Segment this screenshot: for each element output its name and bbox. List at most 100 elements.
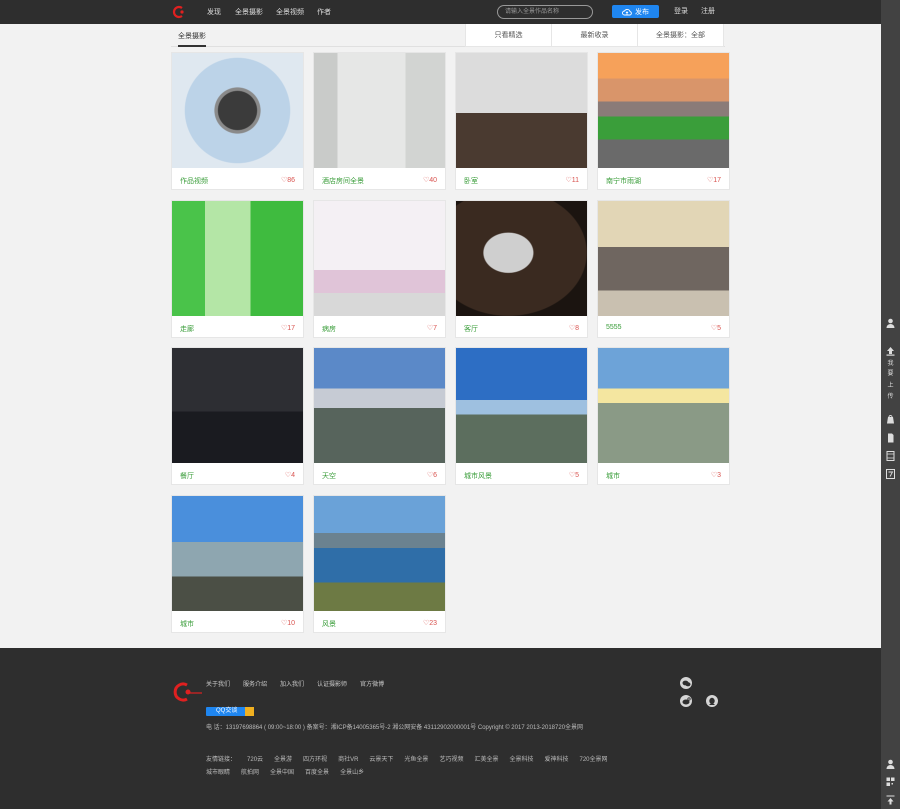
friend-link[interactable]: 百度全景	[305, 767, 329, 780]
filter-category-dropdown[interactable]: 全景摄影：全部	[638, 24, 723, 46]
friend-link[interactable]: 爱神科技	[544, 754, 568, 767]
upload-text-2[interactable]: 要	[886, 370, 895, 378]
work-thumbnail[interactable]	[314, 496, 445, 611]
work-likes[interactable]: ♡86	[281, 176, 295, 184]
work-title[interactable]: 病房	[322, 324, 336, 334]
work-title[interactable]: 风景	[322, 619, 336, 629]
work-thumbnail[interactable]	[314, 53, 445, 168]
work-title[interactable]: 5555	[606, 324, 622, 331]
work-thumbnail[interactable]	[598, 201, 729, 316]
work-title[interactable]: 走廊	[180, 324, 194, 334]
work-thumbnail[interactable]	[172, 348, 303, 463]
work-title[interactable]: 卧室	[464, 176, 478, 186]
work-likes[interactable]: ♡7	[427, 324, 437, 332]
work-thumbnail[interactable]	[456, 201, 587, 316]
work-title[interactable]: 城市	[606, 471, 620, 481]
work-title[interactable]: 作品视频	[180, 176, 208, 186]
work-title[interactable]: 客厅	[464, 324, 478, 334]
footer-link-certified-photographer[interactable]: 认证摄影师	[317, 679, 347, 688]
filter-latest[interactable]: 最新收录	[552, 24, 638, 46]
work-card[interactable]: 卧室 ♡11	[455, 52, 588, 190]
work-card[interactable]: 城市 ♡3	[597, 347, 730, 485]
friend-link[interactable]: 全景中国	[270, 767, 294, 780]
friend-link[interactable]: 汇美全景	[474, 754, 498, 767]
work-card[interactable]: 餐厅 ♡4	[171, 347, 304, 485]
work-thumbnail[interactable]	[456, 53, 587, 168]
upload-text-1[interactable]: 我	[886, 360, 895, 368]
friend-link[interactable]: 720全景网	[580, 754, 608, 767]
qq-icon[interactable]	[706, 695, 718, 707]
work-likes[interactable]: ♡8	[569, 324, 579, 332]
friend-link[interactable]: 四方环视	[303, 754, 327, 767]
footer-logo[interactable]	[173, 680, 203, 704]
work-thumbnail[interactable]	[172, 496, 303, 611]
customer-service-icon[interactable]	[885, 759, 896, 771]
work-likes[interactable]: ♡23	[423, 619, 437, 627]
friend-link[interactable]: 全景游	[274, 754, 292, 767]
search-input[interactable]	[497, 5, 593, 19]
work-likes[interactable]: ♡40	[423, 176, 437, 184]
work-thumbnail[interactable]	[172, 53, 303, 168]
work-card[interactable]: 病房 ♡7	[313, 200, 446, 338]
friend-link[interactable]: 全景科技	[509, 754, 533, 767]
work-likes[interactable]: ♡17	[281, 324, 295, 332]
login-link[interactable]: 登录	[674, 0, 688, 24]
register-link[interactable]: 注册	[701, 0, 715, 24]
work-card[interactable]: 客厅 ♡8	[455, 200, 588, 338]
work-thumbnail[interactable]	[314, 348, 445, 463]
upload-text-3[interactable]: 上	[886, 382, 895, 390]
back-to-top-icon[interactable]	[885, 795, 896, 807]
friend-link[interactable]: 全景山乡	[340, 767, 364, 780]
upload-icon[interactable]	[885, 346, 896, 358]
footer-link-join[interactable]: 加入我们	[280, 679, 304, 688]
work-likes[interactable]: ♡10	[281, 619, 295, 627]
work-card[interactable]: 风景 ♡23	[313, 495, 446, 633]
footer-link-services[interactable]: 服务介绍	[243, 679, 267, 688]
work-title[interactable]: 天空	[322, 471, 336, 481]
work-likes[interactable]: ♡5	[711, 324, 721, 332]
footer-link-about[interactable]: 关于我们	[206, 679, 230, 688]
friend-link[interactable]: 云景天下	[369, 754, 393, 767]
filter-featured-only[interactable]: 只看精选	[466, 24, 552, 46]
weibo-icon[interactable]	[680, 695, 692, 707]
nav-panorama-video[interactable]: 全景视频	[276, 7, 304, 17]
nav-panorama-photo[interactable]: 全景摄影	[235, 7, 263, 17]
work-title[interactable]: 餐厅	[180, 471, 194, 481]
qrcode-icon[interactable]	[885, 777, 896, 789]
work-title[interactable]: 南宁市雨湖	[606, 176, 641, 186]
friend-link[interactable]: 商社VR	[338, 754, 358, 767]
work-thumbnail[interactable]	[456, 348, 587, 463]
work-thumbnail[interactable]	[598, 348, 729, 463]
panorama-icon[interactable]	[885, 469, 896, 481]
work-thumbnail[interactable]	[598, 53, 729, 168]
friend-link[interactable]: 城市眼睛	[206, 767, 230, 780]
work-likes[interactable]: ♡6	[427, 471, 437, 479]
work-card[interactable]: 城市 ♡10	[171, 495, 304, 633]
work-card[interactable]: 天空 ♡6	[313, 347, 446, 485]
work-thumbnail[interactable]	[172, 201, 303, 316]
tab-panorama-photo[interactable]: 全景摄影	[178, 31, 206, 47]
work-title[interactable]: 城市	[180, 619, 194, 629]
work-title[interactable]: 城市风景	[464, 471, 492, 481]
work-likes[interactable]: ♡3	[711, 471, 721, 479]
work-card[interactable]: 走廊 ♡17	[171, 200, 304, 338]
film-icon[interactable]	[885, 451, 896, 463]
work-card[interactable]: 南宁市雨湖 ♡17	[597, 52, 730, 190]
work-likes[interactable]: ♡11	[565, 176, 579, 184]
bag-icon[interactable]	[885, 414, 896, 426]
friend-link[interactable]: 艺巧视频	[439, 754, 463, 767]
friend-link[interactable]: 航拍网	[241, 767, 259, 780]
friend-link[interactable]: 光鱼全景	[404, 754, 428, 767]
work-likes[interactable]: ♡4	[285, 471, 295, 479]
work-thumbnail[interactable]	[314, 201, 445, 316]
document-icon[interactable]	[885, 433, 896, 445]
upload-text-4[interactable]: 传	[886, 393, 895, 401]
nav-discover[interactable]: 发现	[207, 7, 221, 17]
wechat-icon[interactable]	[680, 677, 692, 689]
nav-authors[interactable]: 作者	[317, 7, 331, 17]
qq-chat-button[interactable]: QQ交谈	[206, 707, 254, 716]
user-icon[interactable]	[885, 318, 896, 330]
friend-link[interactable]: 720云	[247, 754, 263, 767]
work-card[interactable]: 酒店房间全景 ♡40	[313, 52, 446, 190]
work-card[interactable]: 城市风景 ♡5	[455, 347, 588, 485]
